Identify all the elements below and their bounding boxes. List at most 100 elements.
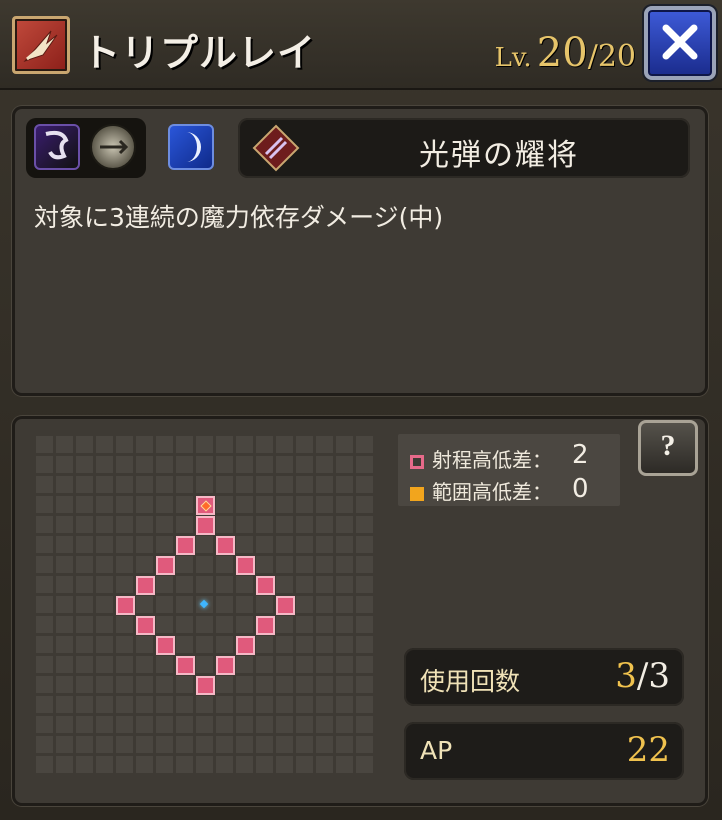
grid-cell — [36, 756, 53, 773]
grid-cell — [216, 756, 233, 773]
question-icon: ? — [660, 429, 676, 462]
grid-cell — [336, 736, 353, 753]
grid-cell — [96, 536, 113, 553]
grid-cell — [276, 696, 293, 713]
range-cell — [236, 556, 255, 575]
grid-cell — [136, 676, 153, 693]
grid-cell — [356, 736, 373, 753]
grid-cell — [276, 736, 293, 753]
grid-cell — [256, 476, 273, 493]
range-cell — [196, 676, 215, 695]
grid-cell — [56, 676, 73, 693]
level-prefix: Lv. — [494, 43, 532, 73]
grid-cell — [76, 456, 93, 473]
grid-cell — [356, 716, 373, 733]
grid-cell — [336, 676, 353, 693]
grid-cell — [56, 736, 73, 753]
grid-cell — [256, 516, 273, 533]
grid-cell — [336, 716, 353, 733]
grid-cell — [216, 596, 233, 613]
grid-cell — [196, 636, 213, 653]
grid-cell — [256, 736, 273, 753]
grid-cell — [176, 516, 193, 533]
grid-cell — [156, 536, 173, 553]
pink-square-icon — [410, 454, 424, 469]
grid-cell — [116, 696, 133, 713]
grid-cell — [156, 436, 173, 453]
grid-cell — [116, 476, 133, 493]
grid-cell — [356, 536, 373, 553]
grid-cell — [216, 576, 233, 593]
grid-cell — [236, 476, 253, 493]
grid-cell — [236, 456, 253, 473]
skill-info-panel: 光弾の耀将 対象に3連続の魔力依存ダメージ(中) — [12, 106, 708, 396]
grid-cell — [316, 636, 333, 653]
grid-cell — [136, 456, 153, 473]
grid-cell — [96, 756, 113, 773]
grid-cell — [356, 676, 373, 693]
grid-cell — [296, 476, 313, 493]
grid-cell — [336, 556, 353, 573]
grid-cell — [96, 556, 113, 573]
grid-cell — [176, 616, 193, 633]
grid-cell — [316, 756, 333, 773]
grid-cell — [256, 696, 273, 713]
grid-cell — [256, 676, 273, 693]
close-button[interactable] — [644, 6, 716, 80]
grid-cell — [156, 456, 173, 473]
grid-cell — [116, 556, 133, 573]
grid-cell — [116, 676, 133, 693]
grid-cell — [116, 576, 133, 593]
grid-cell — [56, 576, 73, 593]
grid-cell — [116, 756, 133, 773]
help-button[interactable]: ? — [638, 420, 698, 476]
grid-cell — [116, 456, 133, 473]
grid-cell — [56, 456, 73, 473]
grid-cell — [76, 576, 93, 593]
grid-cell — [196, 656, 213, 673]
grid-cell — [96, 476, 113, 493]
grid-cell — [196, 476, 213, 493]
grid-cell — [96, 576, 113, 593]
grid-cell — [196, 456, 213, 473]
grid-cell — [336, 436, 353, 453]
grid-cell — [96, 436, 113, 453]
grid-cell — [276, 536, 293, 553]
skill-description: 対象に3連続の魔力依存ダメージ(中) — [34, 203, 444, 232]
grid-cell — [216, 696, 233, 713]
range-cell — [136, 576, 155, 595]
skill-claw-icon — [12, 16, 70, 74]
grid-cell — [296, 496, 313, 513]
grid-cell — [316, 436, 333, 453]
diamond-emblem-icon — [252, 124, 300, 172]
grid-cell — [276, 496, 293, 513]
grid-cell — [336, 696, 353, 713]
uses-count-box: 使用回数 3/3 — [404, 648, 684, 706]
caster-marker-icon — [199, 599, 209, 609]
grid-cell — [56, 596, 73, 613]
grid-cell — [176, 696, 193, 713]
grid-cell — [276, 456, 293, 473]
grid-cell — [356, 516, 373, 533]
level-max: 20 — [597, 39, 636, 74]
ap-label: AP — [420, 736, 453, 765]
grid-cell — [256, 756, 273, 773]
legend-range-height: 射程高低差： — [410, 444, 552, 473]
legend-area-height-value: 0 — [572, 474, 589, 504]
grid-cell — [136, 656, 153, 673]
grid-cell — [336, 576, 353, 593]
grid-cell — [36, 716, 53, 733]
grid-cell — [356, 596, 373, 613]
grid-cell — [256, 656, 273, 673]
grid-cell — [276, 756, 293, 773]
grid-cell — [76, 656, 93, 673]
grid-cell — [336, 756, 353, 773]
level-separator: / — [587, 39, 598, 74]
grid-cell — [176, 456, 193, 473]
grid-cell — [176, 756, 193, 773]
grid-cell — [296, 696, 313, 713]
grid-cell — [96, 736, 113, 753]
grid-cell — [156, 516, 173, 533]
grid-cell — [56, 636, 73, 653]
grid-cell — [216, 616, 233, 633]
